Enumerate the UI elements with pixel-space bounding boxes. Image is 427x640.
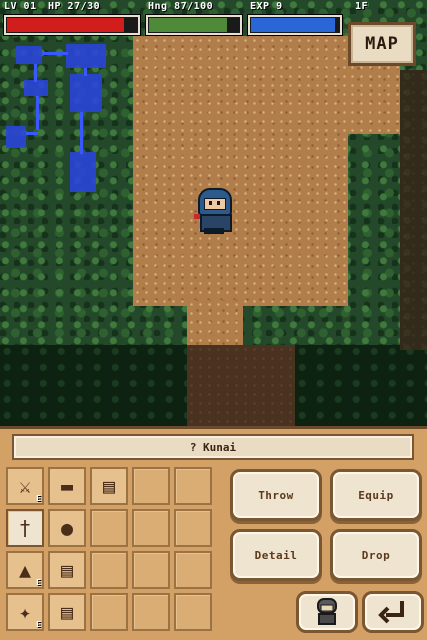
hp-bar-fill bbox=[7, 18, 124, 32]
hp-text: HP 27/30 bbox=[48, 1, 101, 12]
player-character bbox=[192, 188, 236, 236]
inventory-slot[interactable] bbox=[174, 593, 212, 631]
inventory-slot[interactable]: ● bbox=[48, 509, 86, 547]
exp-text: EXP 9 bbox=[250, 1, 283, 12]
inventory-slot[interactable] bbox=[90, 509, 128, 547]
inventory-slot[interactable] bbox=[132, 467, 170, 505]
unexplored-area bbox=[0, 345, 187, 426]
floor-text: 1F bbox=[355, 1, 369, 12]
inventory-slot[interactable] bbox=[90, 593, 128, 631]
unexplored-area bbox=[295, 345, 427, 426]
inventory-slot[interactable]: ▬ bbox=[48, 467, 86, 505]
inventory-slot[interactable]: ▤ bbox=[90, 467, 128, 505]
dark-corridor bbox=[187, 345, 295, 426]
exp-bar bbox=[248, 15, 342, 35]
drop-button[interactable]: Drop bbox=[330, 529, 422, 581]
inventory-slot[interactable] bbox=[174, 551, 212, 589]
hunger-bar-fill bbox=[149, 18, 228, 32]
dirt-corridor bbox=[187, 300, 243, 348]
inventory-slot[interactable]: ▲ E bbox=[6, 551, 44, 589]
inventory-slot[interactable] bbox=[174, 467, 212, 505]
throw-button[interactable]: Throw bbox=[230, 469, 322, 521]
inventory-slot[interactable]: ✦ E bbox=[6, 593, 44, 631]
inventory-slot[interactable]: ⚔ E bbox=[6, 467, 44, 505]
inventory-slot[interactable]: † bbox=[6, 509, 44, 547]
inventory-slot[interactable] bbox=[132, 551, 170, 589]
bread-icon: ▬ bbox=[60, 474, 74, 498]
scroll-icon: ▤ bbox=[60, 558, 74, 582]
hunger-text: Hng 87/100 bbox=[148, 1, 214, 12]
inventory-slot[interactable] bbox=[90, 551, 128, 589]
inventory-slot[interactable] bbox=[174, 509, 212, 547]
inventory-slot[interactable]: ▤ bbox=[48, 551, 86, 589]
inventory-slot[interactable] bbox=[132, 593, 170, 631]
character-button[interactable] bbox=[296, 591, 358, 633]
equipped-mark: E bbox=[36, 578, 41, 587]
character-icon bbox=[317, 598, 337, 625]
pot-icon: ● bbox=[60, 516, 74, 540]
game-screen: LV 01 HP 27/30 Hng 87/100 EXP 9 1F MAP ?… bbox=[0, 0, 427, 640]
map-button[interactable]: MAP bbox=[348, 22, 416, 66]
level-text: LV 01 bbox=[4, 1, 37, 12]
inventory-panel: ? Kunai ⚔ E ▬ ▤ † ● ▲ E ▤ ✦ E ▤ Throw Equip Detail … bbox=[0, 426, 427, 640]
detail-button[interactable]: Detail bbox=[230, 529, 322, 581]
dirt-floor bbox=[133, 36, 348, 306]
selected-item-name: ? Kunai bbox=[12, 434, 414, 460]
equipped-mark: E bbox=[36, 620, 41, 629]
scroll-icon: ▤ bbox=[102, 474, 116, 498]
minimap bbox=[6, 40, 116, 200]
scroll-icon: ▤ bbox=[60, 600, 74, 624]
hunger-bar bbox=[146, 15, 242, 35]
back-button[interactable] bbox=[362, 591, 424, 633]
inventory-slot[interactable] bbox=[132, 509, 170, 547]
kunai-icon: † bbox=[18, 516, 32, 540]
exp-bar-fill bbox=[251, 18, 335, 32]
dark-corridor bbox=[400, 70, 427, 350]
hp-bar bbox=[4, 15, 140, 35]
equip-button[interactable]: Equip bbox=[330, 469, 422, 521]
equipped-mark: E bbox=[36, 494, 41, 503]
inventory-slot[interactable]: ▤ bbox=[48, 593, 86, 631]
back-arrow-icon bbox=[378, 601, 404, 624]
